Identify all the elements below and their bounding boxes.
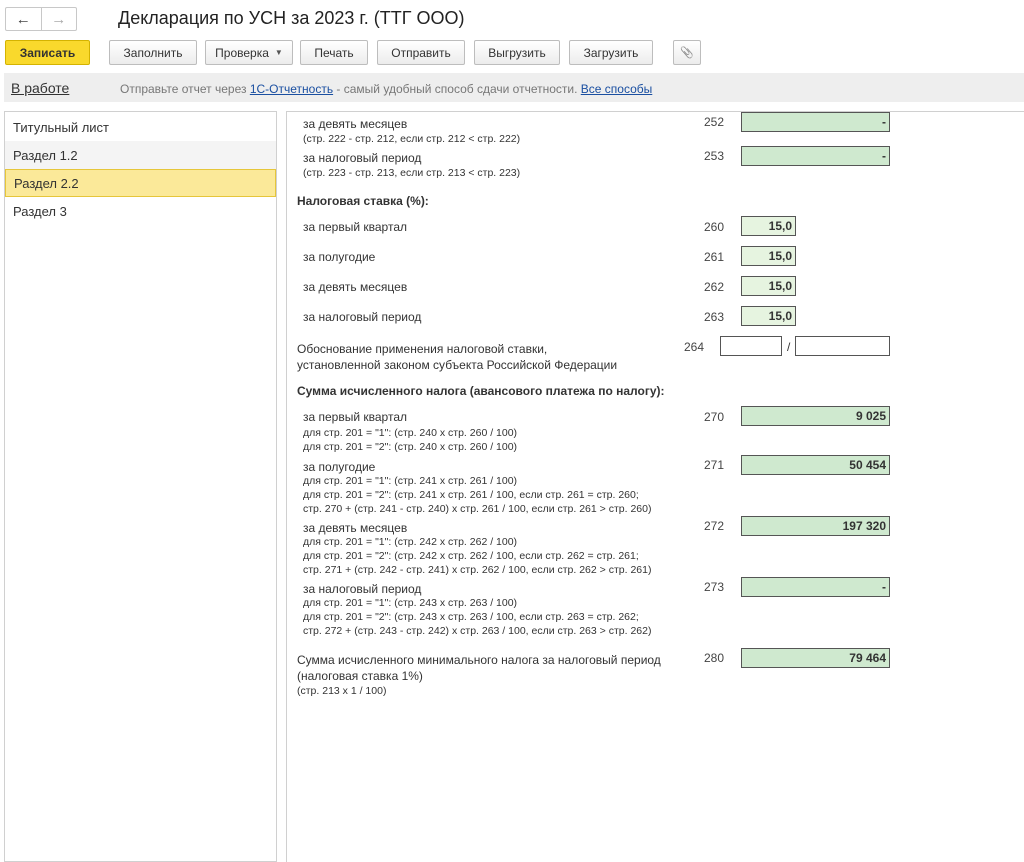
- save-button[interactable]: Записать: [5, 40, 90, 65]
- row-273-formula-2: для стр. 201 = "2": (стр. 243 х стр. 263…: [303, 611, 639, 623]
- row-280-formula: (стр. 213 х 1 / 100): [297, 685, 387, 697]
- rate-section-header: Налоговая ставка (%):: [297, 194, 429, 208]
- row-273-field[interactable]: -: [741, 577, 890, 597]
- row-253-code: 253: [704, 149, 725, 163]
- row-262-label: за девять месяцев: [303, 280, 408, 294]
- nav-item-section-1-2[interactable]: Раздел 1.2: [5, 141, 276, 169]
- title-bar: ← → Декларация по УСН за 2023 г. (ТТГ ОО…: [0, 0, 1024, 36]
- row-263-label: за налоговый период: [303, 310, 422, 324]
- row-272-formula-3: стр. 271 + (стр. 242 - стр. 241) х стр. …: [303, 564, 652, 576]
- row-270-formula-1: для стр. 201 = "1": (стр. 240 х стр. 260…: [303, 427, 518, 439]
- arrow-left-icon: ←: [15, 10, 31, 28]
- row-261-field[interactable]: 15,0: [741, 246, 796, 266]
- back-button[interactable]: ←: [6, 8, 41, 30]
- export-button[interactable]: Выгрузить: [474, 40, 560, 65]
- row-253-field[interactable]: -: [741, 146, 890, 166]
- all-methods-link[interactable]: Все способы: [581, 82, 653, 96]
- row-262-field[interactable]: 15,0: [741, 276, 796, 296]
- row-264-separator: /: [787, 340, 791, 354]
- row-273-label: за налоговый период: [303, 582, 422, 596]
- row-273-formula-1: для стр. 201 = "1": (стр. 243 х стр. 263…: [303, 597, 518, 609]
- forward-button[interactable]: →: [40, 8, 77, 30]
- form-content: за девять месяцев (стр. 222 - стр. 212, …: [286, 111, 1024, 862]
- import-button[interactable]: Загрузить: [569, 40, 653, 65]
- print-button[interactable]: Печать: [300, 40, 368, 65]
- check-button-label: Проверка: [215, 45, 269, 60]
- row-252-field[interactable]: -: [741, 112, 890, 132]
- send-button[interactable]: Отправить: [377, 40, 465, 65]
- row-270-formula-2: для стр. 201 = "2": (стр. 240 х стр. 260…: [303, 441, 518, 453]
- row-270-code: 270: [704, 410, 725, 424]
- row-271-code: 271: [704, 458, 725, 472]
- section-navigator: Титульный лист Раздел 1.2 Раздел 2.2 Раз…: [4, 111, 277, 862]
- row-264-label-line1: Обоснование применения налоговой ставки,: [297, 342, 548, 356]
- tax-section-header: Сумма исчисленного налога (авансового пл…: [297, 384, 665, 398]
- row-280-field[interactable]: 79 464: [741, 648, 890, 668]
- row-273-formula-3: стр. 272 + (стр. 243 - стр. 242) х стр. …: [303, 625, 652, 637]
- row-271-formula-2: для стр. 201 = "2": (стр. 241 х стр. 261…: [303, 489, 639, 501]
- row-252-code: 252: [704, 115, 725, 129]
- row-270-label: за первый квартал: [303, 410, 408, 424]
- row-260-field[interactable]: 15,0: [741, 216, 796, 236]
- row-260-label: за первый квартал: [303, 220, 408, 234]
- row-270-field[interactable]: 9 025: [741, 406, 890, 426]
- row-271-label: за полугодие: [303, 460, 376, 474]
- row-264-field-2[interactable]: [795, 336, 890, 356]
- attach-button[interactable]: 📎: [673, 40, 701, 65]
- row-252-label: за девять месяцев: [303, 117, 408, 131]
- nav-item-title-page[interactable]: Титульный лист: [5, 113, 276, 141]
- row-280-label-line2: (налоговая ставка 1%): [297, 669, 423, 683]
- hint-prefix: Отправьте отчет через: [120, 82, 250, 96]
- reporting-link[interactable]: 1С-Отчетность: [250, 82, 333, 96]
- row-253-label: за налоговый период: [303, 151, 422, 165]
- status-link[interactable]: В работе: [11, 80, 69, 96]
- row-261-code: 261: [704, 250, 725, 264]
- row-272-field[interactable]: 197 320: [741, 516, 890, 536]
- page-title: Декларация по УСН за 2023 г. (ТТГ ООО): [118, 8, 465, 28]
- row-263-field[interactable]: 15,0: [741, 306, 796, 326]
- row-272-code: 272: [704, 519, 725, 533]
- row-271-formula-1: для стр. 201 = "1": (стр. 241 х стр. 261…: [303, 475, 518, 487]
- row-280-label-line1: Сумма исчисленного минимального налога з…: [297, 653, 661, 667]
- row-261-label: за полугодие: [303, 250, 376, 264]
- hint-middle: - самый удобный способ сдачи отчетности.: [333, 82, 581, 96]
- row-263-code: 263: [704, 310, 725, 324]
- row-272-formula-2: для стр. 201 = "2": (стр. 242 х стр. 262…: [303, 550, 639, 562]
- nav-item-section-3[interactable]: Раздел 3: [5, 197, 276, 225]
- row-280-code: 280: [704, 651, 725, 665]
- row-264-label-line2: установленной законом субъекта Российско…: [297, 358, 618, 372]
- row-260-code: 260: [704, 220, 725, 234]
- navigation-buttons: ← →: [5, 7, 77, 31]
- row-264-code: 264: [684, 340, 705, 354]
- row-253-formula: (стр. 223 - стр. 213, если стр. 213 < ст…: [303, 167, 521, 179]
- paperclip-icon: 📎: [680, 47, 694, 59]
- hint-text: Отправьте отчет через 1С-Отчетность - са…: [120, 82, 652, 96]
- toolbar: Записать Заполнить Проверка ▼ Печать Отпр…: [0, 40, 1024, 66]
- fill-button[interactable]: Заполнить: [109, 40, 197, 65]
- row-272-formula-1: для стр. 201 = "1": (стр. 242 х стр. 262…: [303, 536, 518, 548]
- row-271-formula-3: стр. 270 + (стр. 241 - стр. 240) х стр. …: [303, 503, 652, 515]
- arrow-right-icon: →: [51, 10, 67, 28]
- row-264-field-1[interactable]: [720, 336, 782, 356]
- check-dropdown-button[interactable]: Проверка ▼: [205, 40, 293, 65]
- info-bar: В работе Отправьте отчет через 1С-Отчетн…: [4, 73, 1024, 102]
- chevron-down-icon: ▼: [274, 48, 283, 57]
- row-272-label: за девять месяцев: [303, 521, 408, 535]
- row-262-code: 262: [704, 280, 725, 294]
- row-273-code: 273: [704, 580, 725, 594]
- nav-item-section-2-2[interactable]: Раздел 2.2: [5, 169, 276, 197]
- row-271-field[interactable]: 50 454: [741, 455, 890, 475]
- row-252-formula: (стр. 222 - стр. 212, если стр. 212 < ст…: [303, 133, 521, 145]
